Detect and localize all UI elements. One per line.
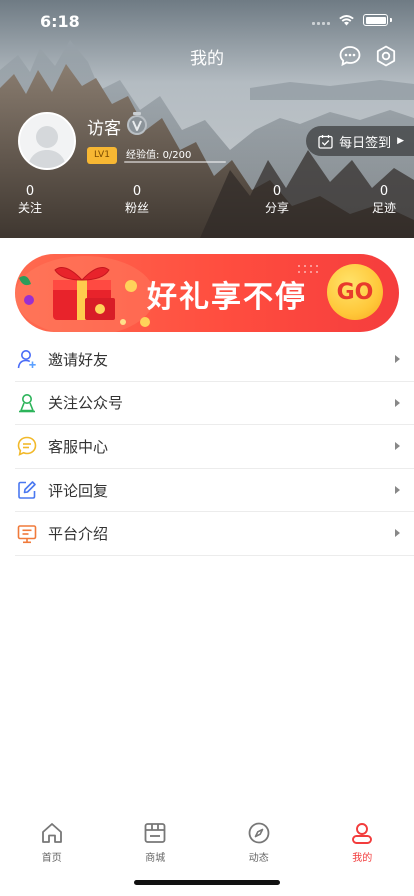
exp-value: 0/200	[162, 150, 192, 161]
store-icon	[144, 823, 166, 843]
banner-title: 好礼享不停	[147, 280, 307, 315]
home-icon	[41, 823, 62, 843]
follow-account-icon	[19, 393, 35, 413]
tab-label: 动态	[248, 853, 269, 864]
stat-value: 0	[379, 184, 389, 199]
stat-shares[interactable]: 0 分享	[247, 184, 307, 216]
calendar-check-icon	[318, 134, 333, 149]
menu-item-follow-account[interactable]: 关注公众号	[15, 382, 414, 426]
status-bar: 6:18	[0, 0, 414, 44]
bottom-tab-bar: 首页 商城 动态 我的	[0, 808, 414, 864]
customer-service-icon	[17, 437, 37, 457]
settings-button[interactable]	[372, 42, 400, 70]
vip-icon[interactable]	[124, 111, 150, 137]
tab-label: 我的	[352, 853, 373, 864]
stat-label: 分享	[264, 201, 289, 215]
menu-label: 关注公众号	[48, 394, 124, 413]
chat-bubble-icon	[339, 46, 361, 67]
message-button[interactable]	[336, 42, 364, 70]
chevron-right-icon	[395, 485, 400, 494]
chevron-right-icon	[395, 355, 400, 363]
stats-row: 0 关注 0 粉丝 0 分享 0 足迹	[0, 184, 414, 220]
tab-label: 首页	[41, 853, 62, 864]
stat-label: 关注	[17, 201, 42, 215]
banner-go-button[interactable]: GO	[327, 264, 383, 320]
stat-following[interactable]: 0 关注	[0, 184, 60, 216]
banner-go-label: GO	[336, 279, 374, 305]
checkin-label: 每日签到	[339, 135, 392, 151]
username: 访客	[87, 119, 121, 139]
stat-followers[interactable]: 0 粉丝	[107, 184, 167, 216]
stat-label: 足迹	[371, 201, 396, 215]
menu-label: 评论回复	[48, 481, 109, 500]
edit-comment-icon	[18, 481, 36, 499]
exp-text: 经验值: 0/200	[126, 150, 192, 161]
status-time: 6:18	[40, 12, 80, 31]
chevron-right-icon: ▶	[397, 136, 404, 146]
compass-icon	[248, 822, 270, 844]
menu-label: 邀请好友	[48, 350, 109, 369]
menu-item-invite-friends[interactable]: 邀请好友	[15, 338, 414, 382]
battery-icon	[363, 14, 388, 26]
profile-icon	[352, 823, 373, 844]
exp-label: 经验值	[126, 150, 156, 161]
chevron-right-icon	[395, 398, 400, 407]
platform-intro-icon	[17, 524, 37, 543]
stat-label: 粉丝	[124, 201, 149, 215]
stat-footprints[interactable]: 0 足迹	[354, 184, 414, 216]
chevron-right-icon	[395, 529, 400, 538]
invite-user-icon	[17, 350, 36, 369]
stat-value: 0	[25, 184, 35, 199]
exp-progress-bar	[124, 161, 226, 163]
avatar[interactable]	[18, 112, 76, 170]
menu-item-customer-service[interactable]: 客服中心	[15, 425, 414, 469]
tab-home[interactable]: 首页	[0, 808, 104, 864]
daily-checkin-button[interactable]: 每日签到 ▶	[306, 126, 414, 156]
tab-activity[interactable]: 动态	[207, 808, 311, 864]
menu-item-comment-reply[interactable]: 评论回复	[15, 469, 414, 513]
home-indicator	[134, 880, 280, 885]
tab-mine[interactable]: 我的	[311, 808, 414, 864]
cellular-signal-icon	[312, 15, 330, 25]
tab-store[interactable]: 商城	[104, 808, 208, 864]
level-badge: LV1	[87, 147, 117, 164]
tab-label: 商城	[145, 853, 166, 864]
wifi-icon	[339, 15, 354, 26]
chevron-right-icon	[395, 442, 400, 451]
menu-label: 平台介绍	[48, 525, 109, 544]
promo-banner[interactable]: 好礼享不停 GO	[15, 254, 399, 332]
menu-label: 客服中心	[48, 437, 109, 456]
menu-item-platform-intro[interactable]: 平台介绍	[15, 512, 414, 556]
stat-value: 0	[132, 184, 142, 199]
menu-list: 邀请好友 关注公众号 客服中心 评论回复 平台介绍	[15, 338, 414, 556]
settings-icon	[376, 45, 396, 67]
stat-value: 0	[272, 184, 282, 199]
